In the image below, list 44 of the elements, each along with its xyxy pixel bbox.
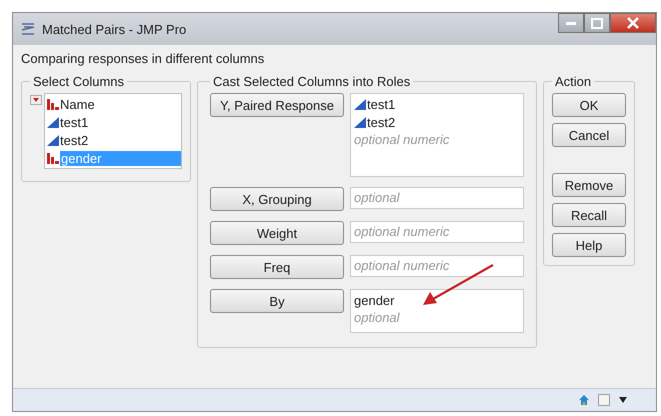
action-button[interactable]: Cancel: [552, 123, 626, 147]
window-title: Matched Pairs - JMP Pro: [42, 22, 186, 36]
column-item[interactable]: test1: [45, 113, 181, 131]
column-item[interactable]: test2: [45, 131, 181, 149]
bar-chart-icon: [47, 98, 59, 110]
triangle-icon: [354, 116, 366, 128]
role-list[interactable]: gender optional: [350, 289, 524, 333]
role-button[interactable]: By: [210, 289, 344, 313]
triangle-icon: [47, 116, 59, 128]
panel-title: Cast Selected Columns into Roles: [212, 74, 412, 89]
triangle-icon: [354, 98, 366, 110]
bar-chart-icon: [47, 152, 59, 164]
role-button[interactable]: Y, Paired Response: [210, 93, 344, 117]
role-item[interactable]: test2: [354, 113, 520, 131]
column-item[interactable]: Name: [45, 95, 181, 113]
action-button[interactable]: Remove: [552, 173, 626, 197]
role-item[interactable]: gender: [354, 291, 520, 309]
close-button[interactable]: [610, 13, 656, 33]
action-button[interactable]: Help: [552, 233, 626, 257]
placeholder-text: optional numeric: [354, 257, 450, 275]
description-text: Comparing responses in different columns: [21, 51, 266, 66]
app-icon: [21, 23, 35, 35]
role-list[interactable]: test1 test2 optional numeric: [350, 93, 524, 177]
panel-title: Action: [554, 74, 592, 89]
placeholder-text: optional numeric: [354, 223, 450, 241]
role-button[interactable]: Freq: [210, 255, 344, 279]
panel-title: Select Columns: [32, 74, 126, 89]
role-button[interactable]: X, Grouping: [210, 187, 344, 211]
role-item[interactable]: test1: [354, 95, 520, 113]
dropdown-icon[interactable]: [618, 396, 628, 404]
checkbox-icon[interactable]: [598, 394, 610, 406]
action-button[interactable]: Recall: [552, 203, 626, 227]
role-button[interactable]: Weight: [210, 221, 344, 245]
maximize-button[interactable]: [584, 13, 610, 33]
maximize-icon: [591, 18, 603, 28]
action-button[interactable]: OK: [552, 93, 626, 117]
home-icon[interactable]: [578, 394, 590, 406]
triangle-icon: [47, 134, 59, 146]
placeholder-text: optional: [354, 189, 401, 207]
minimize-icon: [566, 22, 576, 24]
placeholder-text: optional: [354, 309, 401, 327]
close-icon: [627, 17, 639, 29]
minimize-button[interactable]: [558, 13, 584, 33]
placeholder-text: optional numeric: [354, 131, 450, 149]
